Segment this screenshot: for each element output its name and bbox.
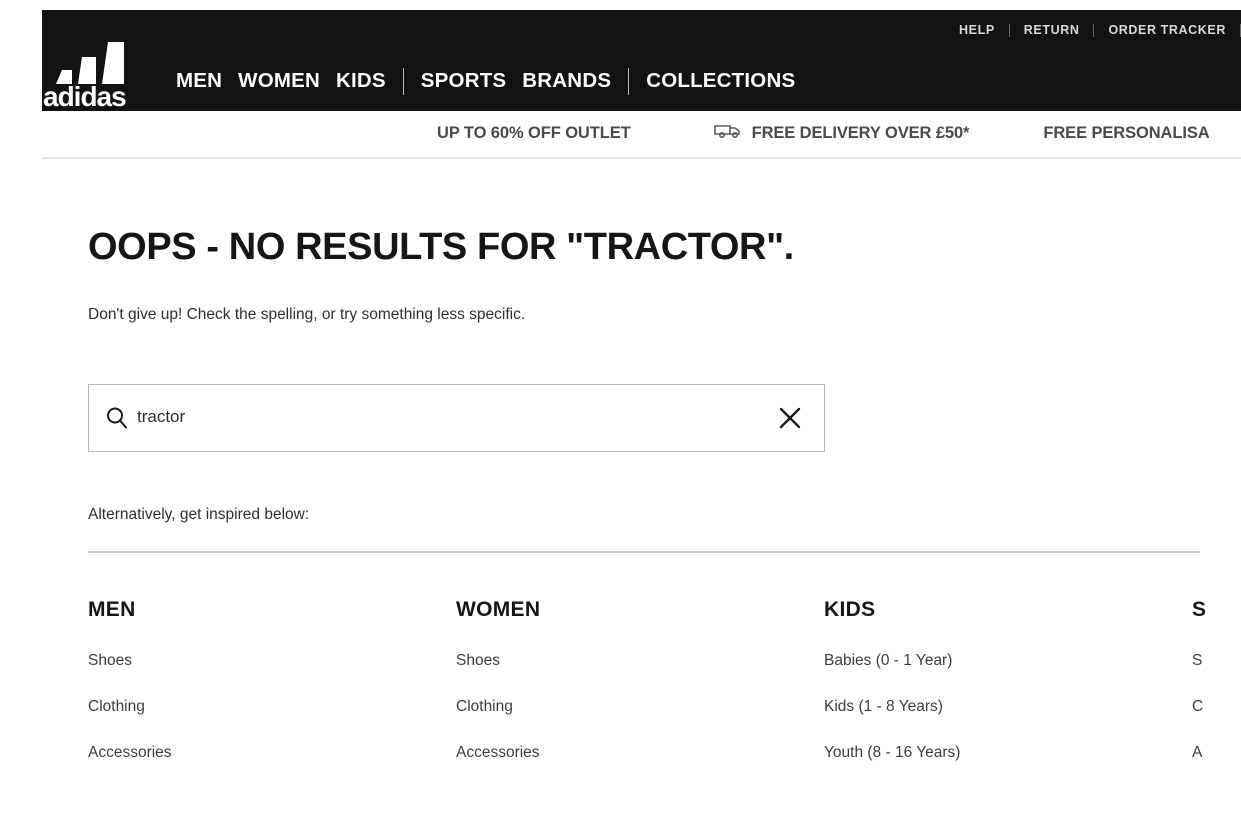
category-title: S bbox=[1192, 598, 1207, 621]
list-item: Accessories bbox=[88, 743, 172, 763]
nav-link-brands[interactable]: BRANDS bbox=[514, 69, 619, 93]
nav-divider bbox=[402, 67, 404, 95]
svg-text:adidas: adidas bbox=[43, 81, 126, 112]
list-item: Kids (1 - 8 Years) bbox=[824, 697, 960, 717]
nav-link-kids[interactable]: KIDS bbox=[328, 69, 394, 93]
delivery-truck-icon bbox=[713, 122, 743, 144]
promo-item-free-delivery[interactable]: FREE DELIVERY OVER £50* bbox=[713, 122, 970, 144]
search-icon bbox=[105, 406, 129, 430]
site-header: HELP RETURN ORDER TRACKER adidas MEN WOM… bbox=[42, 10, 1241, 114]
promo-banner: UP TO 60% OFF OUTLET FREE DELIVERY OVER … bbox=[42, 111, 1241, 159]
category-link-men-accessories[interactable]: Accessories bbox=[88, 743, 172, 763]
list-item: Babies (0 - 1 Year) bbox=[824, 651, 960, 671]
category-title: WOMEN bbox=[456, 598, 541, 621]
utility-link-return[interactable]: RETURN bbox=[1010, 23, 1094, 37]
clear-search-button[interactable] bbox=[774, 402, 806, 434]
category-title: KIDS bbox=[824, 598, 876, 621]
category-link-men-clothing[interactable]: Clothing bbox=[88, 697, 172, 717]
nav-link-collections[interactable]: COLLECTIONS bbox=[638, 69, 803, 93]
promo-label: UP TO 60% OFF OUTLET bbox=[437, 123, 631, 142]
list-item: S bbox=[1192, 651, 1206, 671]
category-column-kids: KIDS Babies (0 - 1 Year) Kids (1 - 8 Yea… bbox=[824, 597, 960, 763]
category-column-men: MEN Shoes Clothing Accessories bbox=[88, 597, 172, 763]
category-columns: MEN Shoes Clothing Accessories WOMEN Sho… bbox=[0, 597, 1241, 817]
list-item: Youth (8 - 16 Years) bbox=[824, 743, 960, 763]
main-nav: MEN WOMEN KIDS SPORTS BRANDS COLLECTIONS bbox=[168, 66, 803, 96]
list-item: Accessories bbox=[456, 743, 540, 763]
no-results-subtext: Don't give up! Check the spelling, or tr… bbox=[88, 306, 526, 323]
promo-item-free-personalisation[interactable]: FREE PERSONALISA bbox=[1043, 124, 1209, 143]
list-item: Shoes bbox=[456, 651, 540, 671]
list-item: Clothing bbox=[456, 697, 540, 717]
category-title: MEN bbox=[88, 598, 136, 621]
category-link-women-accessories[interactable]: Accessories bbox=[456, 743, 540, 763]
category-link-women-clothing[interactable]: Clothing bbox=[456, 697, 540, 717]
nav-link-sports[interactable]: SPORTS bbox=[413, 69, 515, 93]
adidas-logo-icon: adidas bbox=[43, 42, 127, 112]
category-link-kids-youth[interactable]: Youth (8 - 16 Years) bbox=[824, 743, 960, 763]
promo-label: FREE DELIVERY OVER £50* bbox=[751, 123, 970, 142]
utility-nav: HELP RETURN ORDER TRACKER bbox=[945, 23, 1241, 37]
search-input[interactable] bbox=[137, 385, 827, 449]
nav-link-women[interactable]: WOMEN bbox=[230, 69, 328, 93]
category-link-women-shoes[interactable]: Shoes bbox=[456, 651, 540, 671]
search-box[interactable] bbox=[88, 384, 827, 452]
adidas-logo[interactable]: adidas bbox=[42, 22, 152, 114]
promo-label: FREE PERSONALISA bbox=[1043, 123, 1210, 142]
category-link-kids-kids[interactable]: Kids (1 - 8 Years) bbox=[824, 697, 960, 717]
utility-link-help[interactable]: HELP bbox=[945, 23, 1009, 37]
category-link-kids-babies[interactable]: Babies (0 - 1 Year) bbox=[824, 651, 960, 671]
nav-divider bbox=[628, 67, 630, 95]
category-column-women: WOMEN Shoes Clothing Accessories bbox=[456, 597, 540, 763]
category-link-list: S C A bbox=[1192, 651, 1206, 763]
utility-link-order-tracker[interactable]: ORDER TRACKER bbox=[1094, 23, 1240, 37]
category-link-cutoff-3[interactable]: A bbox=[1192, 743, 1206, 763]
category-link-list: Shoes Clothing Accessories bbox=[456, 651, 540, 763]
category-link-men-shoes[interactable]: Shoes bbox=[88, 651, 172, 671]
category-link-cutoff-2[interactable]: C bbox=[1192, 697, 1206, 717]
list-item: Clothing bbox=[88, 697, 172, 717]
alternative-text: Alternatively, get inspired below: bbox=[88, 506, 310, 523]
category-link-list: Shoes Clothing Accessories bbox=[88, 651, 172, 763]
section-divider bbox=[88, 551, 1200, 553]
nav-link-men[interactable]: MEN bbox=[168, 69, 230, 93]
category-link-cutoff-1[interactable]: S bbox=[1192, 651, 1206, 671]
category-column-cutoff: S S C A bbox=[1192, 597, 1206, 763]
promo-item-outlet[interactable]: UP TO 60% OFF OUTLET bbox=[437, 124, 631, 143]
list-item: Shoes bbox=[88, 651, 172, 671]
page-title: OOPS - NO RESULTS FOR "TRACTOR". bbox=[88, 226, 794, 268]
list-item: A bbox=[1192, 743, 1206, 763]
category-link-list: Babies (0 - 1 Year) Kids (1 - 8 Years) Y… bbox=[824, 651, 960, 763]
list-item: C bbox=[1192, 697, 1206, 717]
close-icon bbox=[774, 407, 806, 437]
